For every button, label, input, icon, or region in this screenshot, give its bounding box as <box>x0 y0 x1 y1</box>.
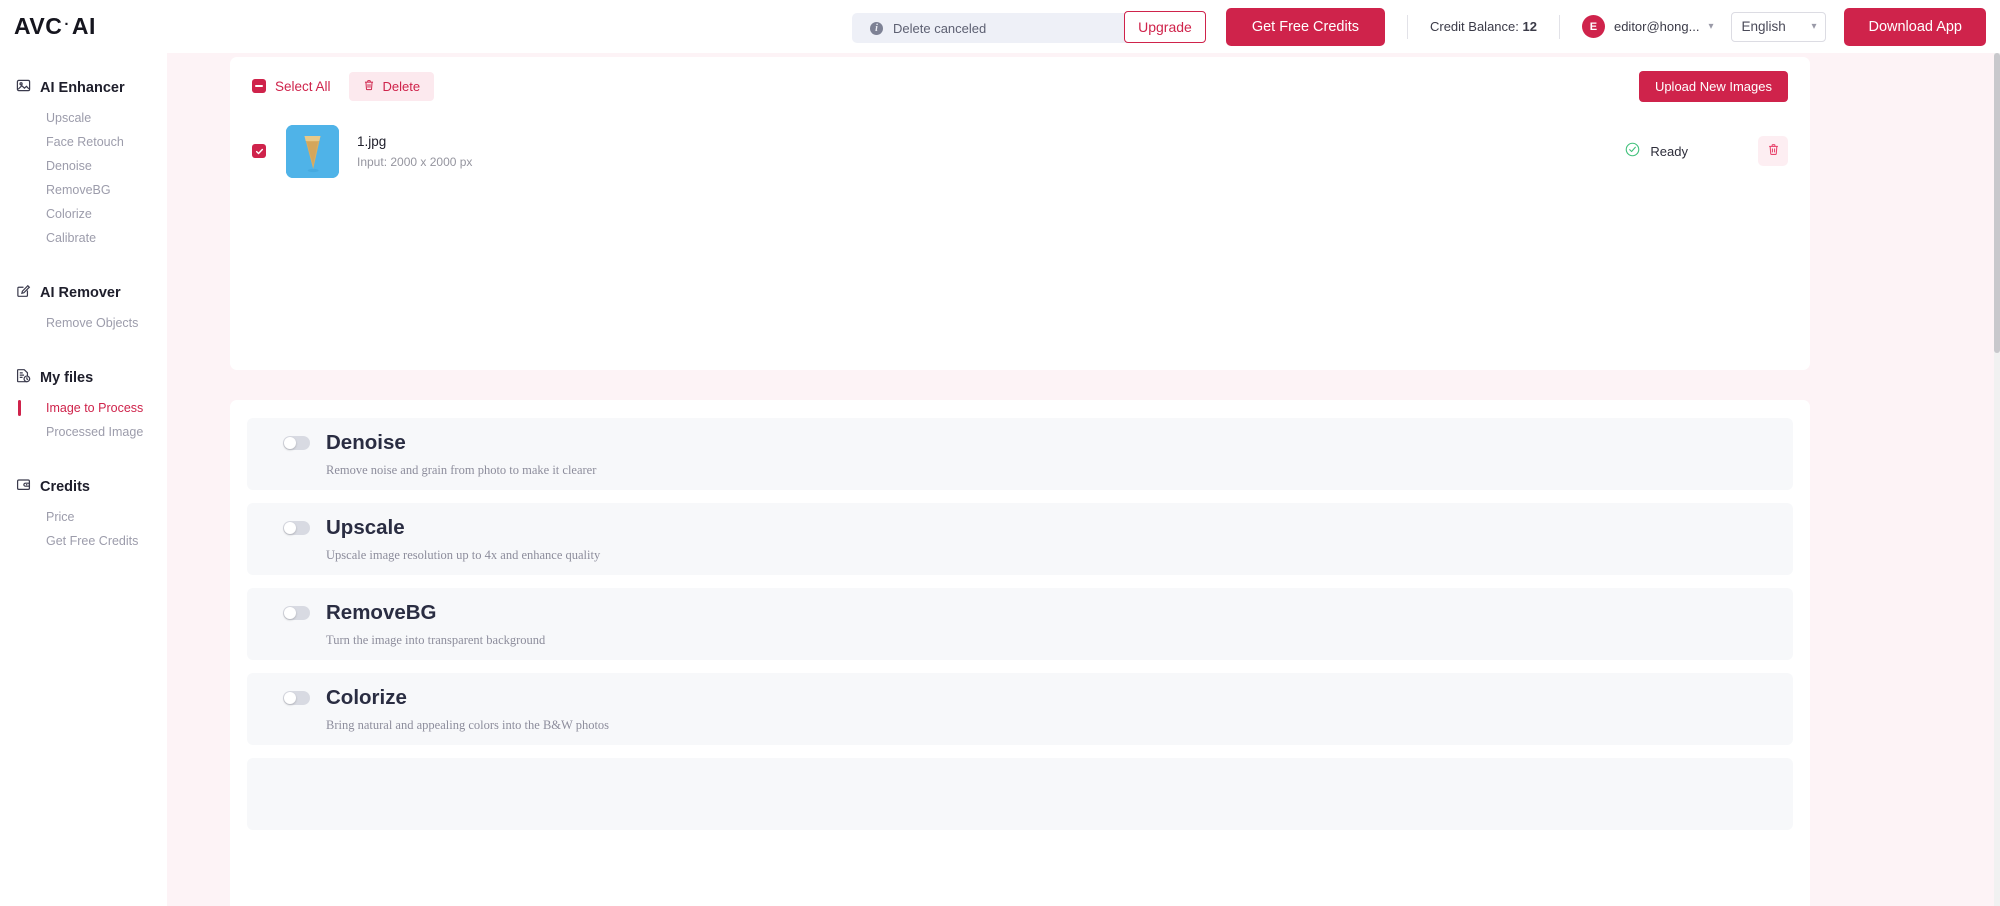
removebg-toggle[interactable] <box>283 606 310 620</box>
sidebar-item-face-retouch[interactable]: Face Retouch <box>0 130 167 154</box>
table-row: 1.jpg Input: 2000 x 2000 px Ready <box>230 115 1810 187</box>
avatar: E <box>1582 15 1605 38</box>
option-title: Denoise <box>326 431 406 455</box>
select-all-control[interactable]: Select All <box>252 79 331 94</box>
option-title: Upscale <box>326 516 405 540</box>
credit-balance-value: 12 <box>1523 19 1537 34</box>
sidebar-label: AI Remover <box>40 285 121 301</box>
status-badge: Ready <box>1625 142 1688 160</box>
credit-balance: Credit Balance: 12 <box>1408 19 1559 34</box>
toast-notification: i Delete canceled <box>852 13 1152 43</box>
wallet-icon <box>16 477 31 496</box>
check-circle-icon <box>1625 142 1640 160</box>
sidebar-item-remove-objects[interactable]: Remove Objects <box>0 311 167 335</box>
file-name: 1.jpg <box>357 134 472 149</box>
upscale-toggle[interactable] <box>283 521 310 535</box>
option-title: Colorize <box>326 686 407 710</box>
chevron-down-icon: ▾ <box>1708 21 1713 32</box>
files-toolbar: Select All Delete Upload New Images <box>230 57 1810 115</box>
sidebar-item-upscale[interactable]: Upscale <box>0 106 167 130</box>
sidebar-label: My files <box>40 370 93 386</box>
nav-spacer <box>0 341 167 359</box>
option-card-removebg: RemoveBG Turn the image into transparent… <box>247 588 1793 660</box>
trash-icon <box>1767 143 1780 159</box>
sidebar-item-price[interactable]: Price <box>0 505 167 529</box>
header-actions: Upgrade Get Free Credits Credit Balance:… <box>1124 0 2000 53</box>
nav-group-ai-enhancer: AI Enhancer Upscale Face Retouch Denoise… <box>0 69 167 250</box>
sidebar-item-my-files[interactable]: My files <box>0 359 167 396</box>
download-app-button[interactable]: Download App <box>1844 8 1986 46</box>
sidebar-item-get-free-credits[interactable]: Get Free Credits <box>0 529 167 553</box>
sidebar-item-ai-remover[interactable]: AI Remover <box>0 274 167 311</box>
image-icon <box>16 78 31 97</box>
delete-selected-label: Delete <box>383 79 421 94</box>
trash-icon <box>363 79 375 94</box>
sidebar-item-denoise[interactable]: Denoise <box>0 154 167 178</box>
select-all-checkbox[interactable] <box>252 79 266 93</box>
logo-dot: · <box>64 16 70 33</box>
option-description: Upscale image resolution up to 4x and en… <box>326 548 1793 563</box>
info-icon: i <box>870 22 883 35</box>
option-description: Turn the image into transparent backgrou… <box>326 633 1793 648</box>
sidebar-item-processed-image[interactable]: Processed Image <box>0 420 167 444</box>
upload-new-images-button[interactable]: Upload New Images <box>1639 71 1788 102</box>
sidebar-item-removebg[interactable]: RemoveBG <box>0 178 167 202</box>
options-panel: Denoise Remove noise and grain from phot… <box>230 400 1810 906</box>
nav-spacer <box>0 450 167 468</box>
sidebar-label: AI Enhancer <box>40 80 125 96</box>
user-email: editor@hong... <box>1614 19 1699 34</box>
main-content: Select All Delete Upload New Images <box>167 53 1994 906</box>
nav-group-ai-remover: AI Remover Remove Objects <box>0 274 167 335</box>
file-dimensions: Input: 2000 x 2000 px <box>357 155 472 169</box>
get-free-credits-button[interactable]: Get Free Credits <box>1226 8 1385 46</box>
status-label: Ready <box>1650 144 1688 159</box>
scrollbar-thumb[interactable] <box>1994 53 2000 353</box>
sidebar-item-calibrate[interactable]: Calibrate <box>0 226 167 250</box>
row-checkbox[interactable] <box>252 144 266 158</box>
upgrade-button[interactable]: Upgrade <box>1124 11 1206 43</box>
sidebar: AI Enhancer Upscale Face Retouch Denoise… <box>0 53 167 906</box>
option-card-upscale: Upscale Upscale image resolution up to 4… <box>247 503 1793 575</box>
nav-group-credits: Credits Price Get Free Credits <box>0 468 167 553</box>
sidebar-item-colorize[interactable]: Colorize <box>0 202 167 226</box>
option-card-next <box>247 758 1793 830</box>
sidebar-item-credits[interactable]: Credits <box>0 468 167 505</box>
app-logo[interactable]: AVC·AI <box>14 13 96 40</box>
option-title: RemoveBG <box>326 601 437 625</box>
option-header: Colorize <box>283 686 1793 710</box>
option-header: RemoveBG <box>283 601 1793 625</box>
language-select[interactable]: English ▾ <box>1731 12 1826 42</box>
sidebar-label: Credits <box>40 479 90 495</box>
file-info: 1.jpg Input: 2000 x 2000 px <box>357 134 472 169</box>
file-thumbnail <box>286 125 339 178</box>
sidebar-item-image-to-process[interactable]: Image to Process <box>0 396 167 420</box>
denoise-toggle[interactable] <box>283 436 310 450</box>
page-scrollbar[interactable] <box>1994 53 2000 906</box>
option-header: Upscale <box>283 516 1793 540</box>
option-card-denoise: Denoise Remove noise and grain from phot… <box>247 418 1793 490</box>
chevron-down-icon: ▾ <box>1811 21 1816 32</box>
nav-group-my-files: My files Image to Process Processed Imag… <box>0 359 167 444</box>
files-panel: Select All Delete Upload New Images <box>230 57 1810 370</box>
option-description: Remove noise and grain from photo to mak… <box>326 463 1793 478</box>
delete-selected-button[interactable]: Delete <box>349 72 435 101</box>
user-menu[interactable]: E editor@hong... ▾ <box>1560 15 1714 38</box>
option-description: Bring natural and appealing colors into … <box>326 718 1793 733</box>
language-value: English <box>1741 19 1785 34</box>
logo-text-ai: AI <box>72 13 96 40</box>
select-all-label: Select All <box>275 79 331 94</box>
delete-row-button[interactable] <box>1758 136 1788 166</box>
colorize-toggle[interactable] <box>283 691 310 705</box>
option-card-colorize: Colorize Bring natural and appealing col… <box>247 673 1793 745</box>
sidebar-item-ai-enhancer[interactable]: AI Enhancer <box>0 69 167 106</box>
nav-spacer <box>0 256 167 274</box>
toast-message: Delete canceled <box>893 21 986 36</box>
option-header: Denoise <box>283 431 1793 455</box>
logo-text-avc: AVC <box>14 13 62 40</box>
magic-wand-icon <box>16 283 31 302</box>
credit-balance-label: Credit Balance: <box>1430 19 1519 34</box>
files-icon <box>16 368 31 387</box>
app-header: AVC·AI i Delete canceled Upgrade Get Fre… <box>0 0 2000 53</box>
